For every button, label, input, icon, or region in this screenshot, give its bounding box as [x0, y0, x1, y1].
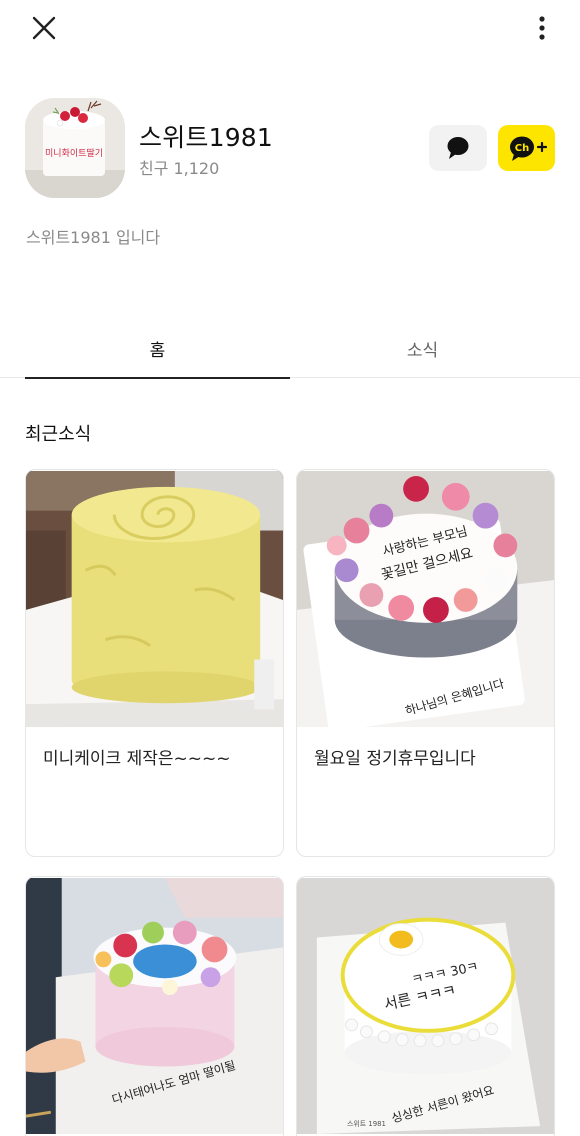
- chat-button[interactable]: [429, 125, 487, 171]
- post-image: 사랑하는 부모님 꽃길만 걸으세요 하나님의 은혜입니다: [297, 470, 554, 728]
- post-image: ㅋㅋㅋ 30ㅋ 서른 ㅋㅋㅋ 싱싱한 서른이 왔어요 스위트 1981: [297, 877, 554, 1135]
- channel-name: 스위트1981: [139, 123, 274, 152]
- tab-bar: 홈 소식: [0, 318, 580, 379]
- ch-plus-icon: Ch: [510, 136, 548, 161]
- profile-header: 미니화이트딸기 스위트1981 친구 1,120 Ch: [25, 98, 555, 198]
- post-image: 다시태어나도 엄마 딸이될: [26, 877, 283, 1135]
- post-title: 월요일 정기휴무입니다: [314, 749, 476, 769]
- tab-home[interactable]: 홈: [25, 318, 290, 379]
- post-title: 미니케이크 제작은~~~~: [43, 749, 231, 769]
- section-title-recent: 최근소식: [25, 424, 92, 445]
- top-bar: [0, 0, 580, 60]
- friends-label: 친구: [139, 159, 169, 178]
- post-image: [26, 470, 283, 728]
- friends-count-line: 친구 1,120: [139, 155, 219, 179]
- post-card[interactable]: ㅋㅋㅋ 30ㅋ 서른 ㅋㅋㅋ 싱싱한 서른이 왔어요 스위트 1981: [296, 876, 555, 1136]
- post-card[interactable]: 사랑하는 부모님 꽃길만 걸으세요 하나님의 은혜입니다 월요일 정기휴무입니다: [296, 469, 555, 857]
- ch-text: Ch: [515, 143, 529, 154]
- add-channel-button[interactable]: Ch: [498, 125, 555, 171]
- post-card[interactable]: 미니케이크 제작은~~~~: [25, 469, 284, 857]
- channel-description: 스위트1981 입니다: [26, 228, 161, 247]
- avatar-caption: 미니화이트딸기: [45, 147, 103, 159]
- more-vertical-icon[interactable]: [534, 12, 550, 44]
- cake-brand-text: 스위트 1981: [347, 1120, 386, 1128]
- avatar[interactable]: 미니화이트딸기: [25, 98, 125, 198]
- chat-bubble-icon: [447, 137, 469, 159]
- friends-count: 1,120: [173, 159, 220, 178]
- post-card[interactable]: 다시태어나도 엄마 딸이될: [25, 876, 284, 1136]
- close-icon[interactable]: [28, 12, 60, 44]
- tab-news[interactable]: 소식: [290, 318, 555, 378]
